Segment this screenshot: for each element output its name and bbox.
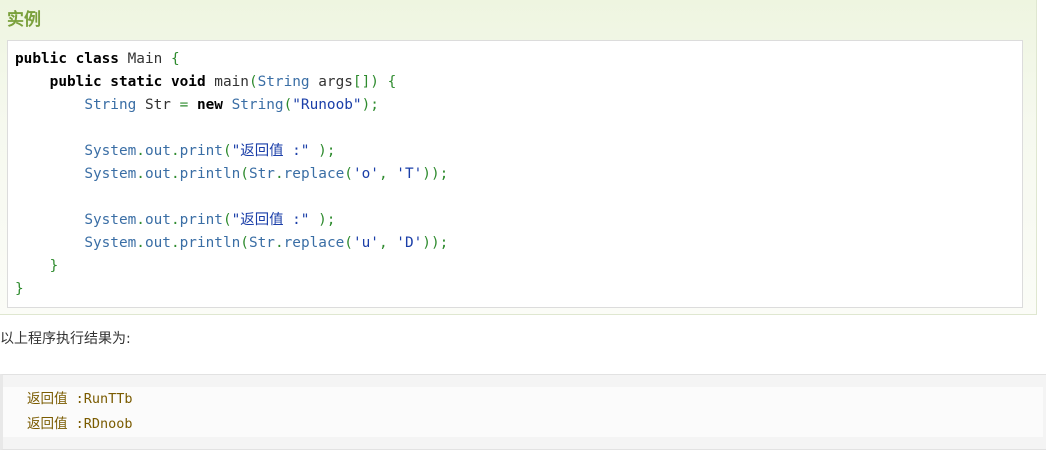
code-token: ( (222, 212, 232, 228)
code-token: . (136, 143, 145, 159)
code-token: )); (422, 166, 449, 182)
code-token: print (179, 143, 223, 159)
code-token: ( (283, 97, 293, 113)
code-line: public static void main(String args[]) { (15, 71, 448, 94)
code-token: "返回值 :" (231, 212, 319, 228)
code-token: . (274, 166, 284, 182)
code-token: } (49, 258, 59, 274)
output-box: 返回值 :RunTTb 返回值 :RDnoob (0, 374, 1046, 450)
code-token: println (179, 166, 241, 182)
code-token: ); (361, 97, 379, 113)
code-token: { (170, 51, 180, 67)
output-row-bg (3, 412, 1043, 437)
code-token: out (144, 166, 171, 182)
output-row-bg (3, 387, 1043, 412)
code-token: 'D' (396, 235, 423, 251)
code-token: ( (240, 235, 249, 251)
code-token: , (378, 235, 397, 251)
code-token: String (84, 97, 145, 113)
code-token: )); (422, 235, 449, 251)
example-title: 实例 (7, 10, 41, 30)
code-token: "返回值 :" (231, 143, 319, 159)
code-token: . (274, 235, 284, 251)
code-token: . (170, 166, 180, 182)
code-token: ); (318, 212, 336, 228)
code-token: Str (248, 166, 275, 182)
output-line: 返回值 :RunTTb (27, 391, 133, 407)
code-token: out (144, 143, 171, 159)
code-token: . (136, 235, 145, 251)
result-caption: 以上程序执行结果为: (0, 331, 131, 347)
code-token: . (136, 166, 145, 182)
code-token: ( (344, 235, 353, 251)
code-token: , (378, 166, 397, 182)
code-token: . (170, 143, 180, 159)
code-line: System.out.println(Str.replace('o', 'T')… (15, 163, 448, 186)
code-line: public class Main { (15, 48, 448, 71)
code-token: System (84, 235, 137, 251)
code-token: 'T' (396, 166, 423, 182)
code-token: ( (248, 74, 258, 90)
code-token: main (214, 74, 249, 90)
code-line: String Str = new String("Runoob"); (15, 94, 448, 117)
code-panel: public class Main { public static void m… (7, 40, 1023, 308)
code-token: "Runoob" (292, 97, 362, 113)
code-token: ( (222, 143, 232, 159)
code-line: } (15, 255, 448, 278)
code-token: print (179, 212, 223, 228)
code-token: args (318, 74, 353, 90)
code-token: ( (344, 166, 353, 182)
code-token: Str (248, 235, 275, 251)
code-line: System.out.println(Str.replace('u', 'D')… (15, 232, 448, 255)
code-token: replace (283, 235, 345, 251)
code-line: System.out.print("返回值 :" ); (15, 140, 448, 163)
code-token: . (136, 212, 145, 228)
code-token: public static void (49, 74, 215, 90)
code-token: new (196, 97, 232, 113)
code-token: 'u' (352, 235, 379, 251)
code-token: System (84, 212, 137, 228)
code-token: . (170, 212, 180, 228)
code-token: out (144, 235, 171, 251)
code-token: Main (127, 51, 171, 67)
code-token: Str (144, 97, 180, 113)
code-line: System.out.print("返回值 :" ); (15, 209, 448, 232)
code-token: ( (240, 166, 249, 182)
code-token: String (257, 74, 319, 90)
code-token: []) { (352, 74, 397, 90)
code-token: } (15, 281, 24, 297)
code-token: System (84, 143, 137, 159)
code-token: = (179, 97, 197, 113)
code-line: } (15, 278, 448, 301)
code-block: public class Main { public static void m… (15, 48, 448, 301)
example-box: 实例 public class Main { public static voi… (0, 0, 1037, 315)
code-token: 'o' (352, 166, 379, 182)
output-line: 返回值 :RDnoob (27, 416, 133, 432)
code-token: println (179, 235, 241, 251)
code-token: replace (283, 166, 345, 182)
code-token: . (170, 235, 180, 251)
code-token: System (84, 166, 137, 182)
code-token: String (231, 97, 284, 113)
code-token: ); (318, 143, 336, 159)
code-token: out (144, 212, 171, 228)
code-token: public class (15, 51, 128, 67)
